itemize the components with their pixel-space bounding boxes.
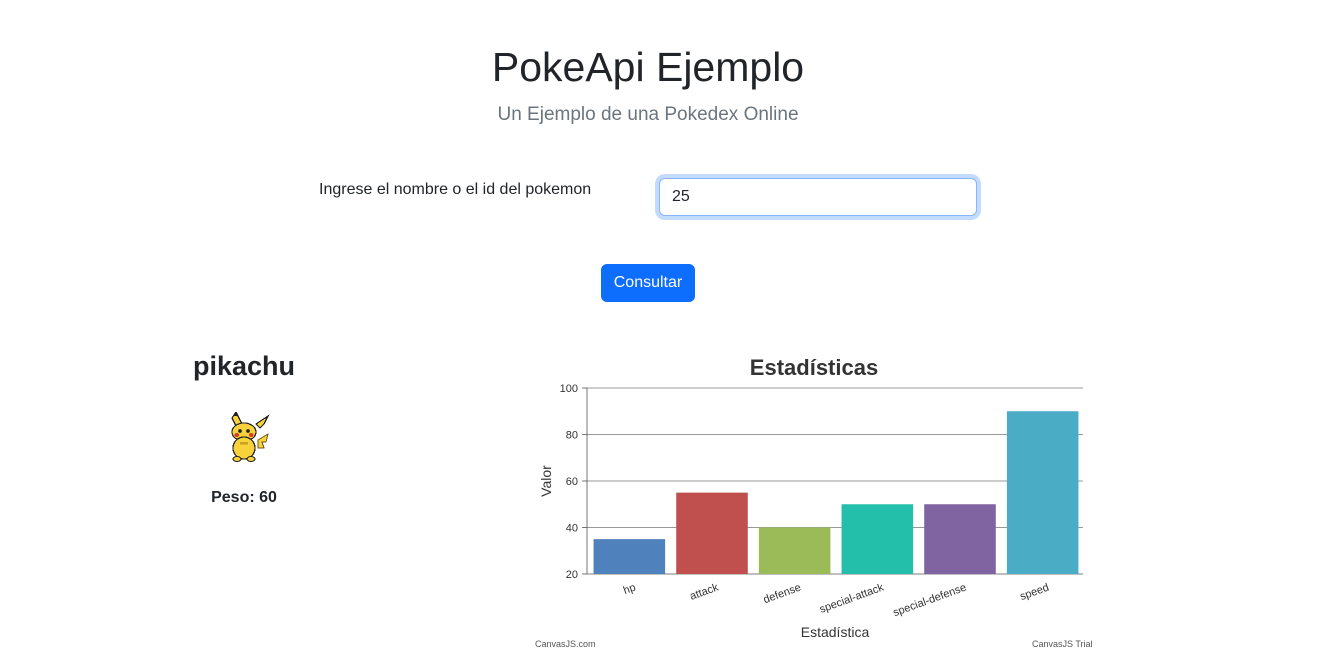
chart-y-label: Valor xyxy=(538,465,554,497)
chart-title: Estadísticas xyxy=(750,355,878,380)
page-title: PokeApi Ejemplo xyxy=(491,44,805,90)
chart-bar-special-attack[interactable] xyxy=(841,504,914,574)
chart-x-tick-label: special-attack xyxy=(818,581,886,615)
canvasjs-credit-right: CanvasJS Trial xyxy=(1032,639,1093,649)
pokemon-search-input[interactable] xyxy=(659,178,977,216)
chart-bar-special-defense[interactable] xyxy=(924,504,996,574)
chart-bar-attack[interactable] xyxy=(676,492,748,574)
chart-x-tick-label: hp xyxy=(622,582,638,597)
chart-x-tick-label: speed xyxy=(1018,582,1050,604)
chart-y-tick-label: 20 xyxy=(566,569,578,581)
chart-bar-hp[interactable] xyxy=(593,539,666,574)
pokemon-name: pikachu xyxy=(192,351,296,381)
consultar-button[interactable]: Consultar xyxy=(601,264,695,302)
chart-bar-speed[interactable] xyxy=(1006,411,1079,574)
canvasjs-credit-left[interactable]: CanvasJS.com xyxy=(535,639,596,649)
chart-y-tick-label: 40 xyxy=(566,523,578,535)
search-label: Ingrese el nombre o el id del pokemon xyxy=(319,181,592,198)
chart-x-tick-label: defense xyxy=(762,582,803,607)
chart-y-tick-label: 100 xyxy=(560,383,578,395)
pikachu-sprite-icon xyxy=(231,412,270,462)
chart-bar-defense[interactable] xyxy=(758,527,831,575)
stats-chart-svg: Estadísticas 20 40 60 80 100 hp attack defense s… xyxy=(535,355,1093,649)
page: PokeApi Ejemplo Un Ejemplo de una Pokede… xyxy=(0,0,1326,653)
chart-x-label: Estadística xyxy=(801,624,870,640)
chart-y-tick-label: 80 xyxy=(566,430,578,442)
stats-chart: Estadísticas 20 40 60 80 100 hp attack defense s… xyxy=(530,348,1100,653)
chart-x-tick-label: attack xyxy=(688,581,720,602)
chart-y-tick-label: 60 xyxy=(566,476,578,488)
chart-x-tick-label: special-defense xyxy=(892,582,969,620)
pokemon-weight: Peso: 60 xyxy=(211,489,277,506)
page-subtitle: Un Ejemplo de una Pokedex Online xyxy=(497,104,799,125)
